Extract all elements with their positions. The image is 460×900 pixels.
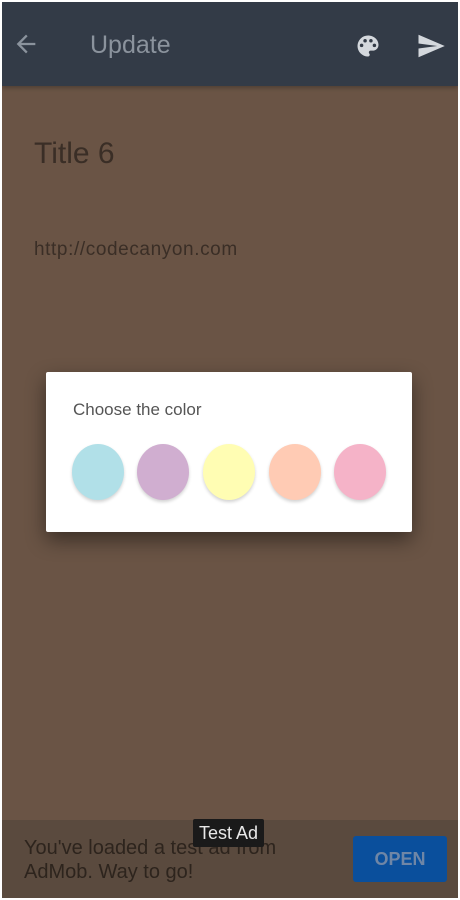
note-body[interactable]: http://codecanyon.com xyxy=(34,238,238,262)
color-swatches xyxy=(72,444,390,506)
color-swatch-light-yellow[interactable] xyxy=(203,444,255,500)
note-title[interactable]: Title 6 xyxy=(34,136,115,172)
color-swatch-pink[interactable] xyxy=(334,444,386,500)
ad-text: You've loaded a test ad from AdMob. Way … xyxy=(24,837,277,883)
send-icon[interactable] xyxy=(416,31,446,61)
arrow-left-icon[interactable] xyxy=(12,30,40,58)
app-bar: Update xyxy=(2,2,458,86)
test-ad-badge: Test Ad xyxy=(193,819,265,847)
color-swatch-light-blue[interactable] xyxy=(72,444,124,500)
app-screen: Update Title 6 http://codecanyon.com Cho… xyxy=(2,2,458,898)
color-picker-dialog: Choose the color xyxy=(46,372,412,532)
color-swatch-peach[interactable] xyxy=(269,444,321,500)
dialog-heading: Choose the color xyxy=(73,400,202,419)
ad-open-button[interactable]: OPEN xyxy=(353,836,447,882)
color-swatch-lavender[interactable] xyxy=(137,444,189,500)
palette-icon[interactable] xyxy=(354,32,382,60)
page-title: Update xyxy=(90,31,171,59)
